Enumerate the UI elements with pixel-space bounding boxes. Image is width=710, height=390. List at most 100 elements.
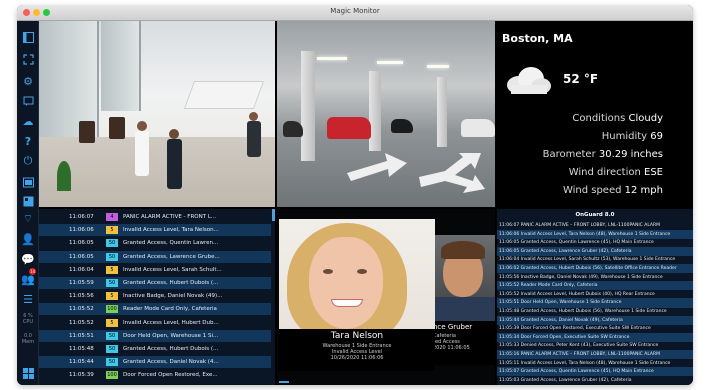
- event-message: Door Forced Open Restored, Exe...: [123, 372, 218, 379]
- camera-feed-garage[interactable]: [277, 21, 495, 207]
- pillar: [437, 77, 447, 147]
- event-time: 11:05:48: [69, 346, 94, 352]
- weather-humidity: Humidity 69: [601, 131, 663, 142]
- floor-arrow-icon: [347, 153, 407, 181]
- table-row[interactable]: 11:05:39 100 Door Forced Open Restored, Ex…: [39, 369, 271, 381]
- priority-badge: 100: [106, 305, 118, 314]
- alert-badge: 14: [29, 268, 36, 275]
- table-row[interactable]: 11:06:04 5 Invalid Access Level, Sarah Sch…: [39, 264, 271, 276]
- fullscreen-icon[interactable]: [20, 51, 36, 67]
- event-time: 11:06:06: [69, 227, 94, 234]
- priority-badge: 50: [106, 345, 118, 353]
- weather-barometer: Barometer 30.29 inches: [542, 149, 663, 160]
- scrollbar[interactable]: [272, 209, 275, 221]
- event-time: 11:06:04: [69, 266, 94, 273]
- table-row[interactable]: 11:05:51 50 Door Held Open, Warehouse 1 Si…: [39, 329, 271, 342]
- event-time: 11:05:52: [69, 319, 94, 326]
- windows-icon[interactable]: [20, 365, 36, 381]
- message-icon[interactable]: 💬: [20, 251, 36, 267]
- map-icon[interactable]: [20, 193, 36, 209]
- help-icon[interactable]: ?: [20, 133, 36, 149]
- event-message: Granted Access, Hubert Dubois (...: [123, 280, 219, 286]
- dark-car: [391, 119, 413, 133]
- chair: [109, 117, 125, 139]
- table-row[interactable]: 11:05:52 100 Reader Mode Card Only, Cafete…: [39, 303, 271, 316]
- weather-panel: Boston, MA 52 °F Conditions Cloudy Humid…: [497, 21, 693, 207]
- event-time: 11:05:51: [69, 332, 94, 339]
- white-car: [461, 119, 495, 137]
- weather-temperature: 52 °F: [563, 72, 599, 86]
- secondary-photo: [433, 235, 495, 321]
- table-row[interactable]: 11:05:44 50 Granted Access, Daniel Novak (…: [39, 356, 271, 369]
- weather-city: Boston, MA: [502, 32, 573, 45]
- window-title: Magic Monitor: [330, 7, 380, 15]
- event-message: Invalid Access Level, Hubert Dub...: [123, 319, 219, 326]
- event-message: Inactive Badge, Daniel Novak (49)...: [123, 293, 223, 300]
- weather-wind-direction: Wind direction ESE: [568, 167, 663, 178]
- person-head: [137, 121, 147, 131]
- priority-badge: 5: [106, 226, 118, 235]
- table-row[interactable]: 11:05:59 50 Granted Access, Hubert Dubois …: [39, 277, 271, 289]
- person: [135, 131, 149, 176]
- cloud-icon[interactable]: ☁: [20, 113, 36, 129]
- priority-badge: 50: [106, 358, 118, 367]
- ceiling-light: [377, 61, 403, 64]
- weather-wind-speed: Wind speed 12 mph: [562, 185, 663, 196]
- event-message: Invalid Access Level, Tara Nelson...: [123, 227, 219, 234]
- list-item[interactable]: 11:05:03 Granted Access, Lawrence Gruber…: [497, 376, 693, 385]
- secondary-line3: 2020 11:06:05: [433, 345, 470, 351]
- red-car: [327, 117, 371, 139]
- table-row[interactable]: 11:05:56 5 Inactive Badge, Daniel Novak (4…: [39, 290, 271, 302]
- table-row[interactable]: 11:05:52 5 Invalid Access Level, Hubert Du…: [39, 317, 271, 329]
- priority-badge: 4: [106, 213, 118, 221]
- primary-name: Tara Nelson: [330, 331, 384, 341]
- event-message: PANIC ALARM ACTIVE - FRONT L...: [123, 214, 217, 220]
- priority-badge: 5: [106, 265, 118, 274]
- title-bar: Magic Monitor: [17, 5, 693, 21]
- priority-badge: 5: [106, 318, 118, 327]
- mem-label: Mem: [21, 339, 35, 345]
- person-head: [169, 129, 179, 139]
- event-time: 11:06:05: [69, 253, 94, 260]
- event-message: Reader Mode Card Only, Cafeteria: [123, 306, 217, 313]
- camera-feed-lobby[interactable]: [39, 21, 275, 207]
- chair: [79, 121, 95, 143]
- event-message: Door Held Open, Warehouse 1 Si...: [123, 332, 219, 339]
- sidebar: ⚙ ☁ ? ⏻ ⌔ 👤 💬 👥 14 ☰ 6 % CPU 0.0 Mem: [17, 21, 39, 385]
- user-icon[interactable]: 👤: [20, 231, 36, 247]
- primary-photo: [279, 219, 435, 329]
- onguard-log[interactable]: OnGuard 8.0 11:06:07 PANIC ALARM ACTIVE …: [497, 209, 693, 385]
- floor-fork-arrow-icon: [419, 153, 485, 193]
- event-log[interactable]: 11:06:07 4 PANIC ALARM ACTIVE - FRONT L...…: [39, 209, 275, 385]
- table-row[interactable]: 11:05:48 50 Granted Access, Hubert Dubois …: [39, 343, 271, 355]
- person-head: [249, 112, 258, 121]
- priority-badge: 50: [106, 331, 118, 340]
- plant: [57, 161, 71, 191]
- lobby-floor: [39, 137, 275, 207]
- power-icon[interactable]: ⏻: [20, 153, 36, 169]
- priority-badge: 100: [106, 371, 118, 380]
- event-time: 11:05:52: [69, 306, 94, 313]
- ceiling-light: [317, 57, 347, 60]
- gear-icon[interactable]: ⚙: [20, 73, 36, 89]
- onguard-title: OnGuard 8.0: [575, 212, 615, 218]
- wifi-icon[interactable]: ⌔: [20, 211, 36, 227]
- video-icon[interactable]: [20, 174, 36, 190]
- cpu-label: CPU: [22, 319, 34, 325]
- table-row[interactable]: 11:06:05 50 Granted Access, Lawrence Grube…: [39, 250, 271, 263]
- table-row[interactable]: 11:06:06 5 Invalid Access Level, Tara Nels…: [39, 224, 271, 237]
- list-icon[interactable]: ☰: [20, 291, 36, 307]
- table-row[interactable]: 11:06:05 50 Granted Access, Quentin Lawren…: [39, 237, 271, 249]
- priority-badge: 5: [106, 292, 118, 301]
- event-message: Granted Access, Daniel Novak (4...: [123, 359, 219, 366]
- chat-icon[interactable]: [20, 93, 36, 109]
- table-row[interactable]: 11:06:07 4 PANIC ALARM ACTIVE - FRONT L...: [39, 211, 271, 223]
- scrollbar[interactable]: [279, 381, 289, 383]
- priority-badge: 50: [106, 252, 118, 261]
- event-time: 11:05:39: [69, 372, 94, 379]
- event-message: Granted Access, Hubert Dubois (...: [123, 346, 219, 352]
- app-window: Magic Monitor ⚙ ☁ ? ⏻ ⌔ 👤 💬 👥 14 ☰ 6 % C…: [17, 5, 693, 385]
- reception-desk: [183, 81, 265, 109]
- event-time: 11:05:59: [69, 280, 94, 286]
- panel-icon[interactable]: [20, 29, 36, 45]
